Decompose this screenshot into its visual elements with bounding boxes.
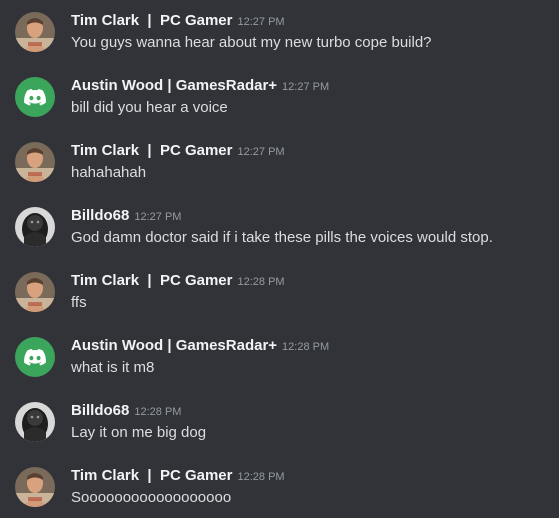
avatar[interactable] (15, 402, 55, 442)
tim-clark-photo-icon (15, 142, 55, 182)
billdo-dark-photo-icon (15, 207, 55, 247)
billdo-dark-photo-icon (15, 402, 55, 442)
discord-logo-icon (15, 77, 55, 117)
avatar[interactable] (15, 337, 55, 377)
timestamp: 12:27 PM (282, 81, 330, 93)
avatar[interactable] (15, 207, 55, 247)
message-content: hahahahah (71, 164, 147, 181)
message: Tim Clark | PC Gamer 12:28 PM ffs (0, 262, 559, 322)
tim-clark-photo-icon (15, 12, 55, 52)
message-list: Tim Clark | PC Gamer 12:27 PM You guys wa… (0, 0, 559, 518)
avatar[interactable] (15, 467, 55, 507)
username[interactable]: Austin Wood | GamesRadar+ (71, 337, 277, 354)
message: Tim Clark | PC Gamer 12:27 PM hahahahah (0, 132, 559, 192)
username[interactable]: Billdo68 (71, 402, 129, 419)
message: Tim Clark | PC Gamer 12:27 PM You guys wa… (0, 2, 559, 62)
username[interactable]: Tim Clark | PC Gamer (71, 12, 232, 29)
timestamp: 12:28 PM (237, 471, 285, 483)
username[interactable]: Billdo68 (71, 207, 129, 224)
message-content: You guys wanna hear about my new turbo c… (71, 34, 432, 51)
message-content: Soooooooooooooooooo (71, 489, 232, 506)
tim-clark-photo-icon (15, 467, 55, 507)
message: Billdo68 12:28 PM Lay it on me big dog (0, 392, 559, 452)
username[interactable]: Tim Clark | PC Gamer (71, 467, 232, 484)
tim-clark-photo-icon (15, 272, 55, 312)
username[interactable]: Austin Wood | GamesRadar+ (71, 77, 277, 94)
message: Billdo68 12:27 PM God damn doctor said if… (0, 197, 559, 257)
avatar[interactable] (15, 77, 55, 117)
timestamp: 12:27 PM (237, 146, 285, 158)
avatar[interactable] (15, 142, 55, 182)
message-content: God damn doctor said if i take these pil… (71, 229, 493, 246)
timestamp: 12:27 PM (237, 16, 285, 28)
discord-logo-icon (15, 337, 55, 377)
message: Tim Clark | PC Gamer 12:28 PM Soooooooooo… (0, 457, 559, 517)
timestamp: 12:28 PM (282, 341, 330, 353)
username[interactable]: Tim Clark | PC Gamer (71, 272, 232, 289)
message-content: bill did you hear a voice (71, 99, 228, 116)
username[interactable]: Tim Clark | PC Gamer (71, 142, 232, 159)
message-content: Lay it on me big dog (71, 424, 207, 441)
timestamp: 12:28 PM (237, 276, 285, 288)
avatar[interactable] (15, 272, 55, 312)
message-content: ffs (71, 294, 87, 311)
message: Austin Wood | GamesRadar+ 12:27 PM bill d… (0, 67, 559, 127)
timestamp: 12:28 PM (134, 406, 182, 418)
avatar[interactable] (15, 12, 55, 52)
timestamp: 12:27 PM (134, 211, 182, 223)
message: Austin Wood | GamesRadar+ 12:28 PM what i… (0, 327, 559, 387)
message-content: what is it m8 (71, 359, 155, 376)
